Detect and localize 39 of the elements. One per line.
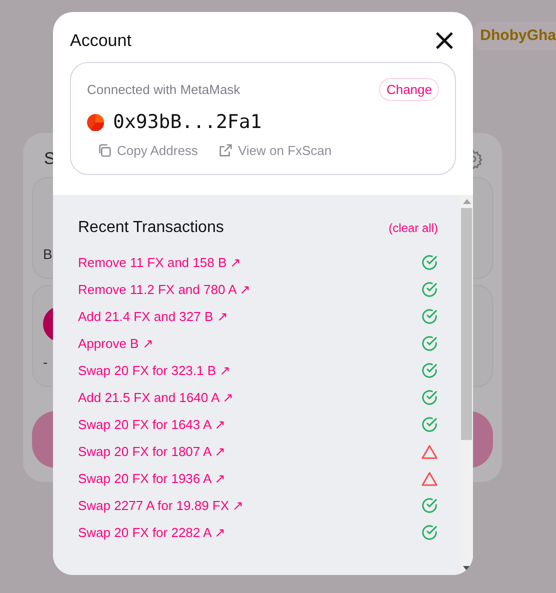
transaction-link[interactable]: Add 21.5 FX and 1640 A ↗ xyxy=(78,390,234,405)
scrollbar[interactable] xyxy=(460,195,473,575)
external-link-icon xyxy=(218,143,233,158)
transaction-link[interactable]: Swap 20 FX for 1807 A ↗ xyxy=(78,444,226,459)
explorer-link[interactable]: View on FxScan xyxy=(218,143,332,158)
transaction-link[interactable]: Swap 20 FX for 1643 A ↗ xyxy=(78,417,226,432)
check-circle-icon xyxy=(421,362,438,379)
clear-all-link[interactable]: (clear all) xyxy=(388,221,438,235)
check-circle-icon xyxy=(421,308,438,325)
check-circle-icon xyxy=(421,389,438,406)
wallet-address: 0x93bB...2Fa1 xyxy=(113,111,262,133)
check-circle-icon xyxy=(421,335,438,352)
panel-value: - xyxy=(43,354,49,370)
transaction-link[interactable]: Approve B ↗ xyxy=(78,336,154,351)
transaction-link[interactable]: Remove 11 FX and 158 B ↗ xyxy=(78,255,242,270)
warning-triangle-icon xyxy=(421,444,438,460)
check-circle-icon xyxy=(421,524,438,541)
close-button[interactable]: × xyxy=(430,28,459,54)
copy-icon xyxy=(97,143,112,158)
modal-title: Account xyxy=(70,31,132,51)
transaction-link[interactable]: Swap 20 FX for 2282 A ↗ xyxy=(78,525,226,540)
connection-text: Connected with MetaMask xyxy=(87,82,240,97)
check-circle-icon xyxy=(421,416,438,433)
wallet-avatar-icon xyxy=(87,114,104,130)
warning-triangle-icon xyxy=(421,470,438,486)
transaction-link[interactable]: Swap 20 FX for 323.1 B ↗ xyxy=(78,363,231,378)
transaction-link[interactable]: Swap 2277 A for 19.89 FX ↗ xyxy=(78,498,244,513)
check-circle-icon xyxy=(421,497,438,514)
check-circle-icon xyxy=(421,281,438,298)
transaction-link[interactable]: Swap 20 FX for 1936 A ↗ xyxy=(78,471,226,486)
section-title: Recent Transactions xyxy=(78,219,224,237)
copy-address-link[interactable]: Copy Address xyxy=(97,143,198,158)
network-link[interactable]: DhobyGha xyxy=(474,22,556,50)
scroll-down-icon[interactable] xyxy=(462,566,470,571)
panel-label: B xyxy=(43,246,54,262)
check-circle-icon xyxy=(421,254,438,271)
transaction-link[interactable]: Remove 11.2 FX and 780 A ↗ xyxy=(78,282,251,297)
change-button[interactable]: Change xyxy=(379,78,439,101)
transaction-link[interactable]: Add 21.4 FX and 327 B ↗ xyxy=(78,309,228,324)
